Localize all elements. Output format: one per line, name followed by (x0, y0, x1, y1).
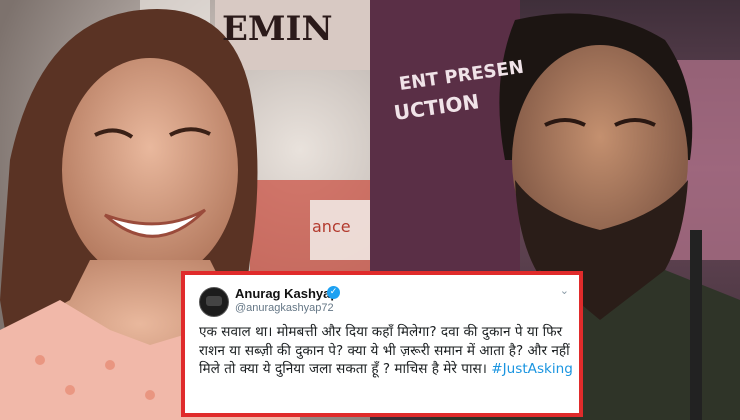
woman-face (62, 58, 238, 282)
tweet-author-name[interactable]: Anurag Kashyap (235, 286, 338, 301)
tweet-body: एक सवाल था। मोमबत्ती और दिया कहाँ मिलेगा… (199, 323, 575, 379)
microphone (690, 230, 702, 420)
avatar[interactable] (199, 287, 229, 317)
composite-photo: EMIN ENT PRESEN UCTION ance Anurag Kashy… (0, 0, 740, 420)
chevron-down-icon[interactable]: ⌄ (560, 284, 569, 297)
banner-text-left: EMIN (222, 9, 333, 49)
tweet-card: Anurag Kashyap ✓ @anuragkashyap72 ⌄ एक स… (181, 271, 583, 417)
verified-badge-icon: ✓ (327, 286, 340, 299)
right-banner (370, 0, 520, 300)
sign-text: ance (312, 217, 351, 236)
tweet-handle[interactable]: @anuragkashyap72 (235, 302, 334, 314)
camera-icon (206, 296, 222, 306)
tweet-hashtag[interactable]: #JustAsking (491, 361, 573, 377)
